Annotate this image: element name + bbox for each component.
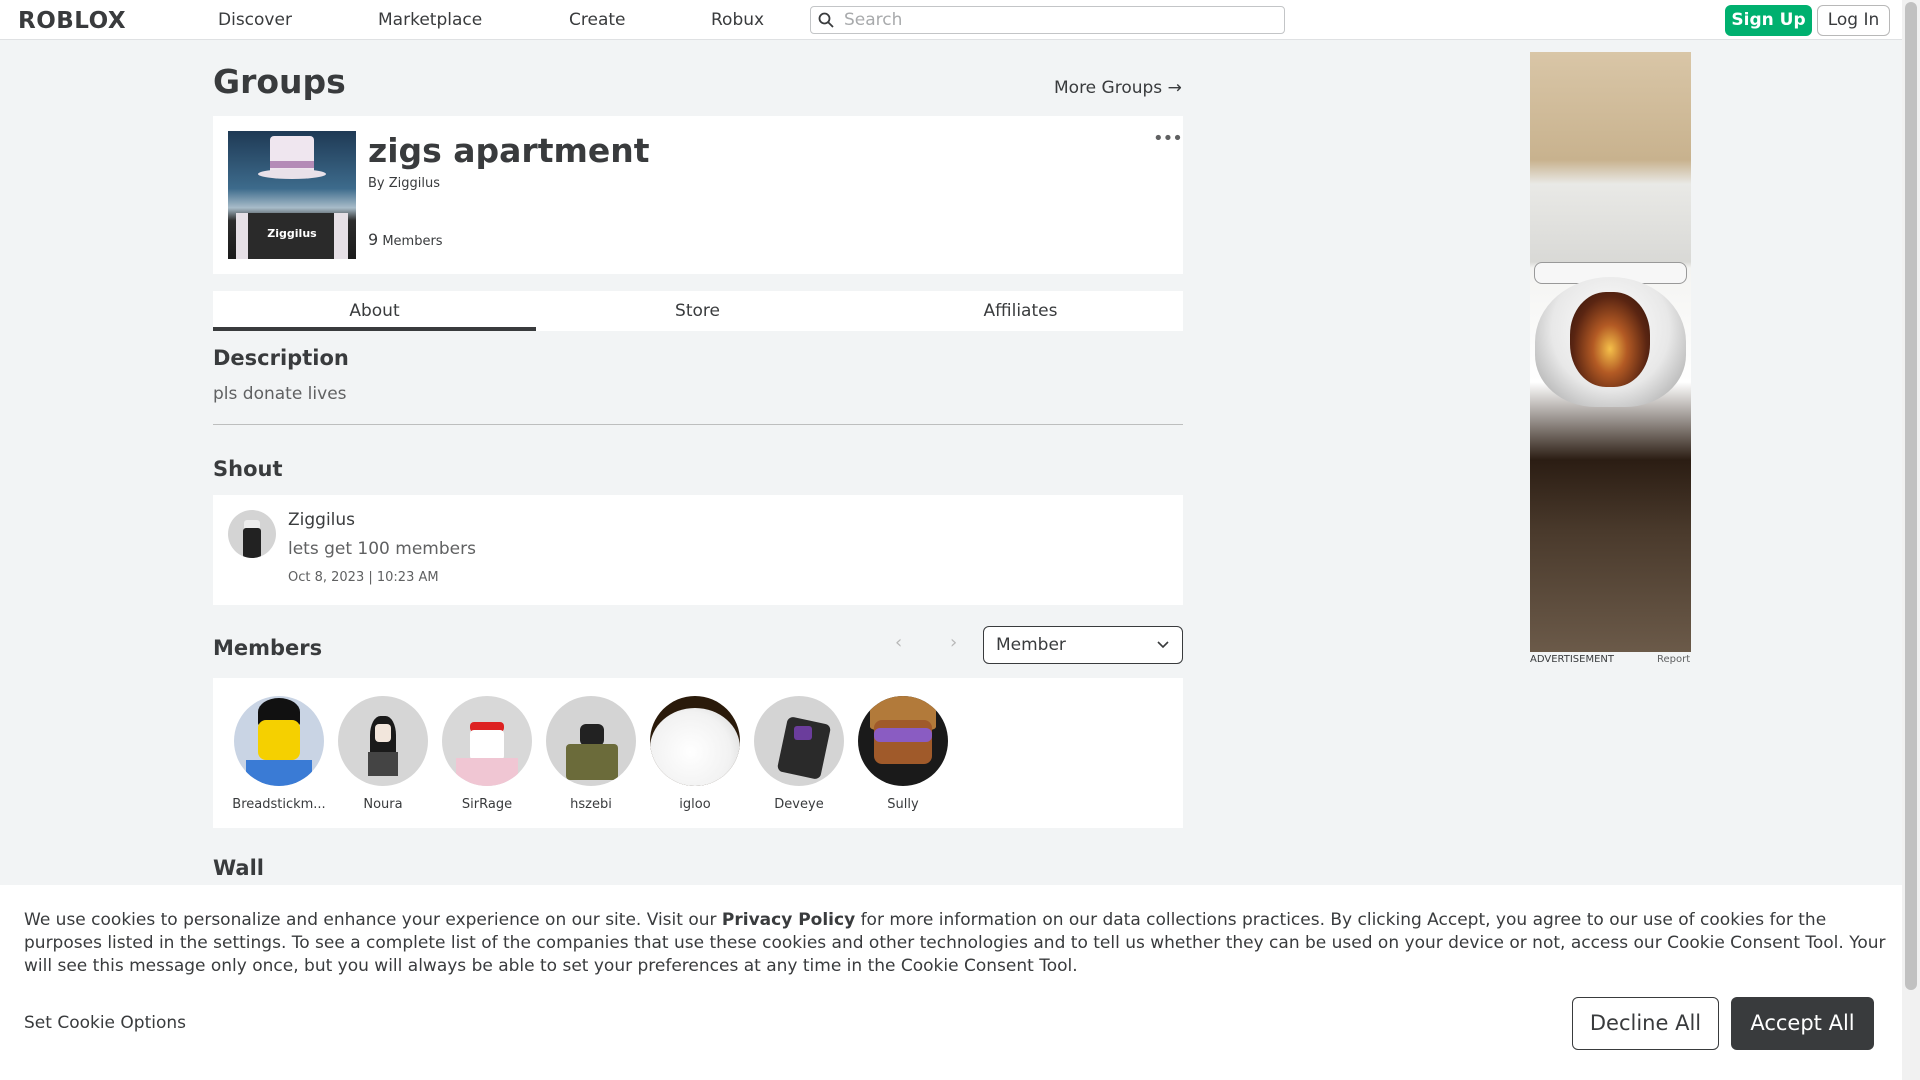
avatar-face [258, 720, 300, 760]
avatar-glasses [874, 728, 932, 742]
search-box[interactable] [810, 6, 1285, 34]
avatar-shirt [368, 752, 398, 776]
shout-timestamp: Oct 8, 2023 | 10:23 AM [288, 570, 439, 585]
member-name: Breadstickm... [232, 797, 326, 812]
description-title: Description [213, 346, 349, 370]
page-scrollbar[interactable] [1902, 0, 1920, 1080]
member-item[interactable]: igloo [643, 696, 747, 812]
cookie-text-start: We use cookies to personalize and enhanc… [24, 910, 722, 930]
member-avatar [442, 696, 532, 786]
section-divider [213, 424, 1183, 425]
shout-message: lets get 100 members [288, 539, 476, 559]
tab-store[interactable]: Store [536, 291, 859, 331]
member-item[interactable]: SirRage [435, 696, 539, 812]
tab-about[interactable]: About [213, 291, 536, 331]
member-avatar [338, 696, 428, 786]
members-title: Members [213, 636, 323, 660]
ad-report-link[interactable]: Report [1657, 654, 1690, 665]
ad-face [1570, 292, 1650, 387]
hat-brim-shape [258, 169, 326, 179]
member-avatar [754, 696, 844, 786]
member-item[interactable]: Breadstickm... [227, 696, 331, 812]
by-prefix: By [368, 176, 385, 191]
avatar-shirt [566, 744, 618, 780]
member-count-value: 9 [368, 230, 379, 249]
more-options-icon[interactable]: ••• [1153, 128, 1183, 149]
cookie-message: We use cookies to personalize and enhanc… [24, 909, 1890, 978]
avatar-shirt [246, 760, 312, 786]
chevron-left-icon[interactable]: ‹ [895, 632, 902, 653]
search-icon [818, 12, 834, 28]
group-member-count: 9 Members [368, 230, 443, 249]
nav-robux[interactable]: Robux [711, 10, 764, 30]
description-text: pls donate lives [213, 384, 347, 404]
group-header-card: Ziggilus zigs apartment By Ziggilus 9 Me… [213, 116, 1183, 274]
decline-all-button[interactable]: Decline All [1572, 997, 1719, 1050]
avatar-face [470, 730, 504, 760]
top-nav: ROBLOX Discover Marketplace Create Robux… [0, 0, 1902, 40]
member-avatar [858, 696, 948, 786]
role-dropdown[interactable]: Member [983, 626, 1183, 664]
avatar-accent [794, 726, 812, 740]
login-button[interactable]: Log In [1817, 5, 1890, 36]
nav-discover[interactable]: Discover [218, 10, 292, 30]
avatar-body [243, 528, 261, 558]
group-tabs: About Store Affiliates [213, 291, 1183, 331]
cookie-banner: We use cookies to personalize and enhanc… [0, 885, 1902, 1080]
chevron-down-icon [1157, 641, 1169, 649]
member-count-label: Members [382, 234, 443, 249]
emblem-text: Ziggilus [267, 227, 317, 240]
set-cookie-options-link[interactable]: Set Cookie Options [24, 1013, 186, 1033]
wall-title: Wall [213, 856, 264, 880]
more-groups-link[interactable]: More Groups → [1054, 78, 1182, 98]
member-name: SirRage [461, 797, 513, 812]
page-title: Groups [213, 62, 346, 101]
member-name: Deveye [774, 797, 824, 812]
scrollbar-thumb[interactable] [1905, 2, 1917, 990]
thumb-arm-right [334, 213, 348, 259]
roblox-logo[interactable]: ROBLOX [18, 8, 126, 34]
advertisement-label: ADVERTISEMENT [1530, 654, 1615, 665]
nav-marketplace[interactable]: Marketplace [378, 10, 482, 30]
avatar-shirt [456, 758, 518, 786]
advertisement-image[interactable] [1530, 52, 1691, 652]
avatar-body [650, 708, 740, 786]
role-dropdown-value: Member [996, 635, 1066, 655]
group-owner-line: By Ziggilus [368, 176, 440, 191]
group-emblem: Ziggilus [228, 131, 356, 259]
member-avatar [650, 696, 740, 786]
avatar-head [580, 724, 604, 746]
member-avatar [546, 696, 636, 786]
nav-create[interactable]: Create [569, 10, 626, 30]
shout-title: Shout [213, 457, 283, 481]
member-name: hszebi [570, 797, 612, 812]
search-input[interactable] [844, 10, 1274, 30]
member-name: igloo [679, 797, 711, 812]
shout-avatar[interactable] [228, 510, 276, 558]
avatar-face [375, 724, 391, 742]
hat-band-shape [270, 161, 314, 168]
tab-affiliates[interactable]: Affiliates [859, 291, 1182, 331]
member-item[interactable]: Noura [331, 696, 435, 812]
privacy-policy-link[interactable]: Privacy Policy [722, 910, 855, 930]
group-owner-link[interactable]: Ziggilus [389, 176, 440, 191]
member-item[interactable]: hszebi [539, 696, 643, 812]
member-item[interactable]: Deveye [747, 696, 851, 812]
member-avatar [234, 696, 324, 786]
avatar-face [874, 720, 932, 764]
member-name: Sully [887, 797, 919, 812]
accept-all-button[interactable]: Accept All [1731, 997, 1874, 1050]
shout-card: Ziggilus lets get 100 members Oct 8, 202… [213, 495, 1183, 605]
signup-button[interactable]: Sign Up [1725, 5, 1812, 36]
shout-username[interactable]: Ziggilus [288, 510, 355, 530]
group-name: zigs apartment [368, 131, 650, 170]
chevron-right-icon[interactable]: › [950, 632, 957, 653]
member-item[interactable]: Sully [851, 696, 955, 812]
members-list: Breadstickm... Noura SirRage hszebi iglo… [213, 678, 1183, 828]
member-name: Noura [363, 797, 403, 812]
